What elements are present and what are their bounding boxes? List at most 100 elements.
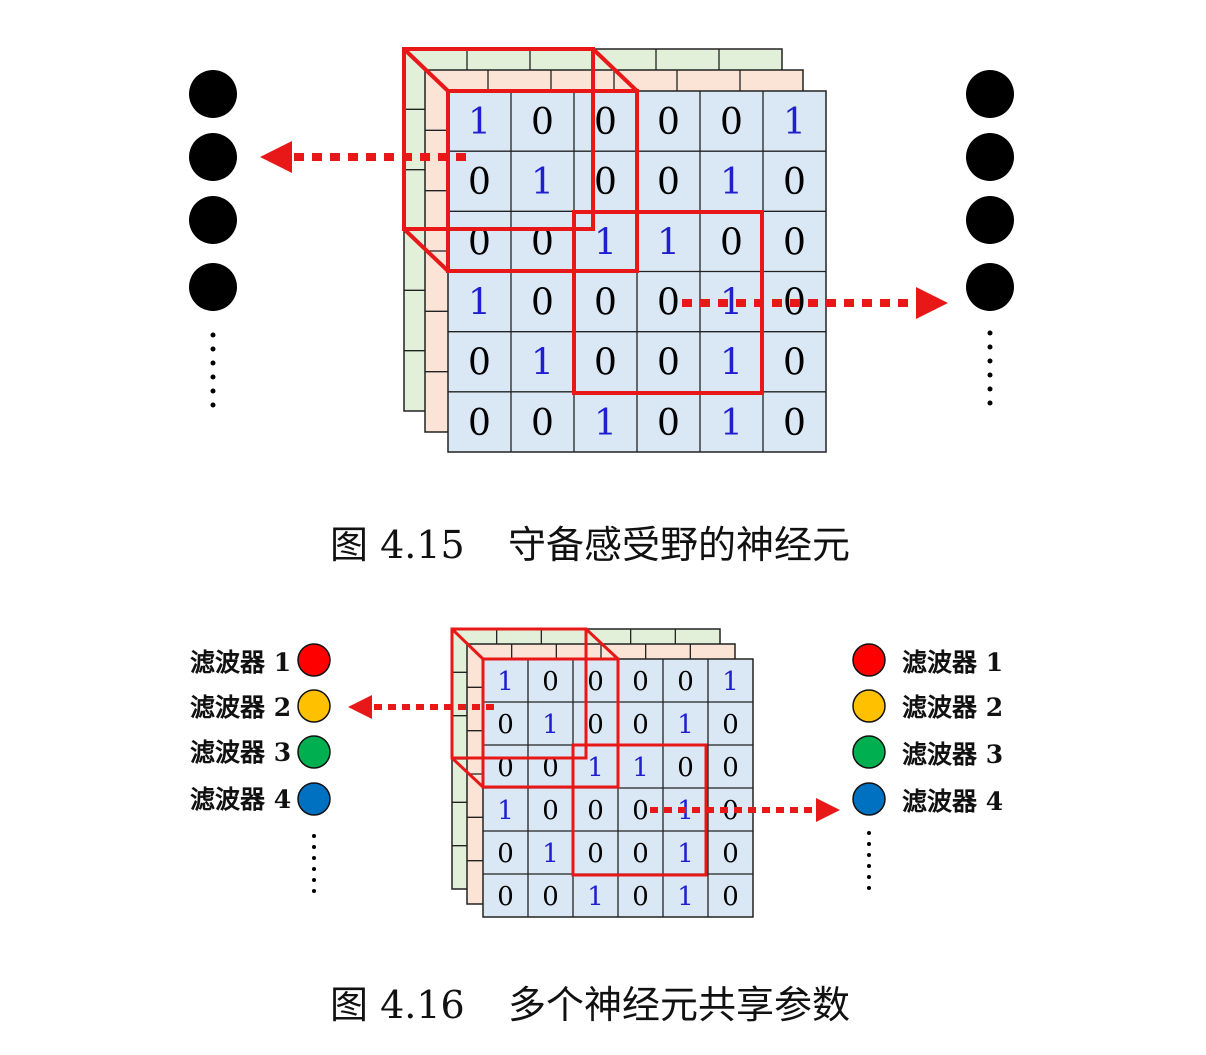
filter-dot-green	[297, 735, 331, 769]
grid-cell-value: 1	[594, 403, 617, 444]
filter-label: 滤波器 2	[902, 693, 1003, 722]
grid-cell-value: 1	[542, 710, 559, 740]
caption-4-16-number: 图 4.16	[330, 983, 465, 1027]
right-ellipsis-dots-2	[867, 831, 871, 890]
grid-cell-value: 1	[587, 882, 604, 912]
grid-cell-value: 1	[677, 710, 694, 740]
grid-cell-value: 0	[594, 343, 617, 384]
grid-cell-value: 1	[632, 753, 649, 783]
figure-4-15: 100001010010001100100010010010001010	[189, 47, 1014, 567]
grid-cell-value: 0	[468, 162, 491, 203]
left-filter-legend: 滤波器 1 滤波器 2 滤波器 3 滤波器 4	[190, 643, 331, 893]
right-filter-legend: 滤波器 1 滤波器 2 滤波器 3 滤波器 4	[852, 643, 1003, 890]
grid-cell-value: 0	[542, 667, 559, 697]
grid-cell-value: 0	[594, 162, 617, 203]
grid-cell-value: 0	[632, 796, 649, 826]
grid-cell-value: 0	[587, 839, 604, 869]
grid-cell-value: 0	[722, 839, 739, 869]
grid-cell-value: 1	[587, 753, 604, 783]
neuron-node	[189, 70, 237, 118]
grid-cell-value: 0	[587, 710, 604, 740]
grid-cell-value: 1	[722, 667, 739, 697]
grid-cell-value: 1	[677, 882, 694, 912]
grid-cell-value: 0	[657, 102, 680, 143]
grid-cell-value: 0	[468, 343, 491, 384]
grid-cell-value: 0	[783, 343, 806, 384]
figure-4-16: 100001010010001100100010010010001010 滤波器…	[190, 627, 1003, 1027]
neuron-node	[966, 70, 1014, 118]
left-neuron-column-1	[189, 70, 237, 408]
grid-cell-value: 1	[594, 222, 617, 263]
grid-cell-value: 0	[497, 710, 514, 740]
filter-dot-yellow	[852, 689, 886, 723]
grid-cell-value: 0	[468, 403, 491, 444]
grid-cell-value: 1	[783, 102, 806, 143]
grid-cell-value: 0	[542, 796, 559, 826]
grid-cell-value: 0	[677, 753, 694, 783]
filter-label: 滤波器 1	[190, 648, 291, 677]
grid-cell-value: 1	[657, 222, 680, 263]
filter-label: 滤波器 3	[190, 738, 291, 767]
figure-canvas: 100001010010001100100010010010001010	[189, 47, 1014, 1027]
grid-cell-value: 0	[677, 667, 694, 697]
grid-cell-value: 1	[497, 796, 514, 826]
grid-cell-value: 0	[657, 283, 680, 324]
grid-cell-value: 0	[657, 403, 680, 444]
grid-cell-value: 1	[468, 102, 491, 143]
grid-cell-value: 0	[587, 796, 604, 826]
grid-cell-value: 0	[657, 162, 680, 203]
grid-cell-value: 1	[468, 283, 491, 324]
filter-label: 滤波器 2	[190, 693, 291, 722]
filter-dot-green	[852, 735, 886, 769]
filter-dot-blue	[852, 782, 886, 816]
grid-cell-value: 0	[722, 710, 739, 740]
grid-cell-value: 0	[594, 102, 617, 143]
grid-cell-value: 0	[722, 882, 739, 912]
grid-cell-value: 1	[542, 839, 559, 869]
grid-cell-value: 1	[677, 839, 694, 869]
filter-dot-yellow	[297, 689, 331, 723]
grid-cell-value: 0	[594, 283, 617, 324]
grid-cell-value: 1	[497, 667, 514, 697]
grid-cell-value: 0	[720, 102, 743, 143]
caption-4-16-text: 多个神经元共享参数	[508, 983, 850, 1027]
filter-label: 滤波器 4	[902, 787, 1003, 816]
grid-cell-value: 1	[531, 343, 554, 384]
filter-dot-red	[852, 643, 886, 677]
grid-cell-value: 0	[783, 403, 806, 444]
filter-label: 滤波器 4	[190, 785, 291, 814]
grid-cell-value: 0	[722, 753, 739, 783]
filter-dot-red	[297, 643, 331, 677]
grid-cell-value: 1	[720, 162, 743, 203]
caption-4-15-number: 图 4.15	[330, 523, 465, 567]
grid-cell-value: 0	[587, 667, 604, 697]
neuron-node	[966, 133, 1014, 181]
grid-cell-value: 1	[531, 162, 554, 203]
grid-cell-value: 0	[657, 343, 680, 384]
neuron-node	[189, 133, 237, 181]
grid-cell-value: 0	[783, 222, 806, 263]
grid-cell-value: 0	[632, 882, 649, 912]
caption-4-15-text: 守备感受野的神经元	[508, 523, 850, 567]
neuron-node	[189, 196, 237, 244]
right-ellipsis-dots-1	[987, 330, 993, 406]
grid-cell-value: 0	[531, 283, 554, 324]
right-neuron-column-1	[966, 70, 1014, 406]
grid-cell-value: 0	[531, 403, 554, 444]
grid-cell-value: 0	[632, 667, 649, 697]
left-ellipsis-dots-1	[210, 332, 216, 408]
grid-cell-value: 1	[720, 403, 743, 444]
grid-cell-value: 0	[497, 882, 514, 912]
filter-dot-blue	[297, 782, 331, 816]
neuron-node	[966, 263, 1014, 311]
filter-label: 滤波器 1	[902, 648, 1003, 677]
neuron-node	[966, 196, 1014, 244]
grid-cell-value: 0	[497, 839, 514, 869]
filter-label: 滤波器 3	[902, 740, 1003, 769]
neuron-node	[189, 263, 237, 311]
left-ellipsis-dots-2	[312, 834, 316, 893]
grid-cell-value: 0	[632, 710, 649, 740]
grid-cell-value: 1	[720, 343, 743, 384]
grid-cell-value: 0	[531, 102, 554, 143]
grid-cell-value: 0	[542, 882, 559, 912]
